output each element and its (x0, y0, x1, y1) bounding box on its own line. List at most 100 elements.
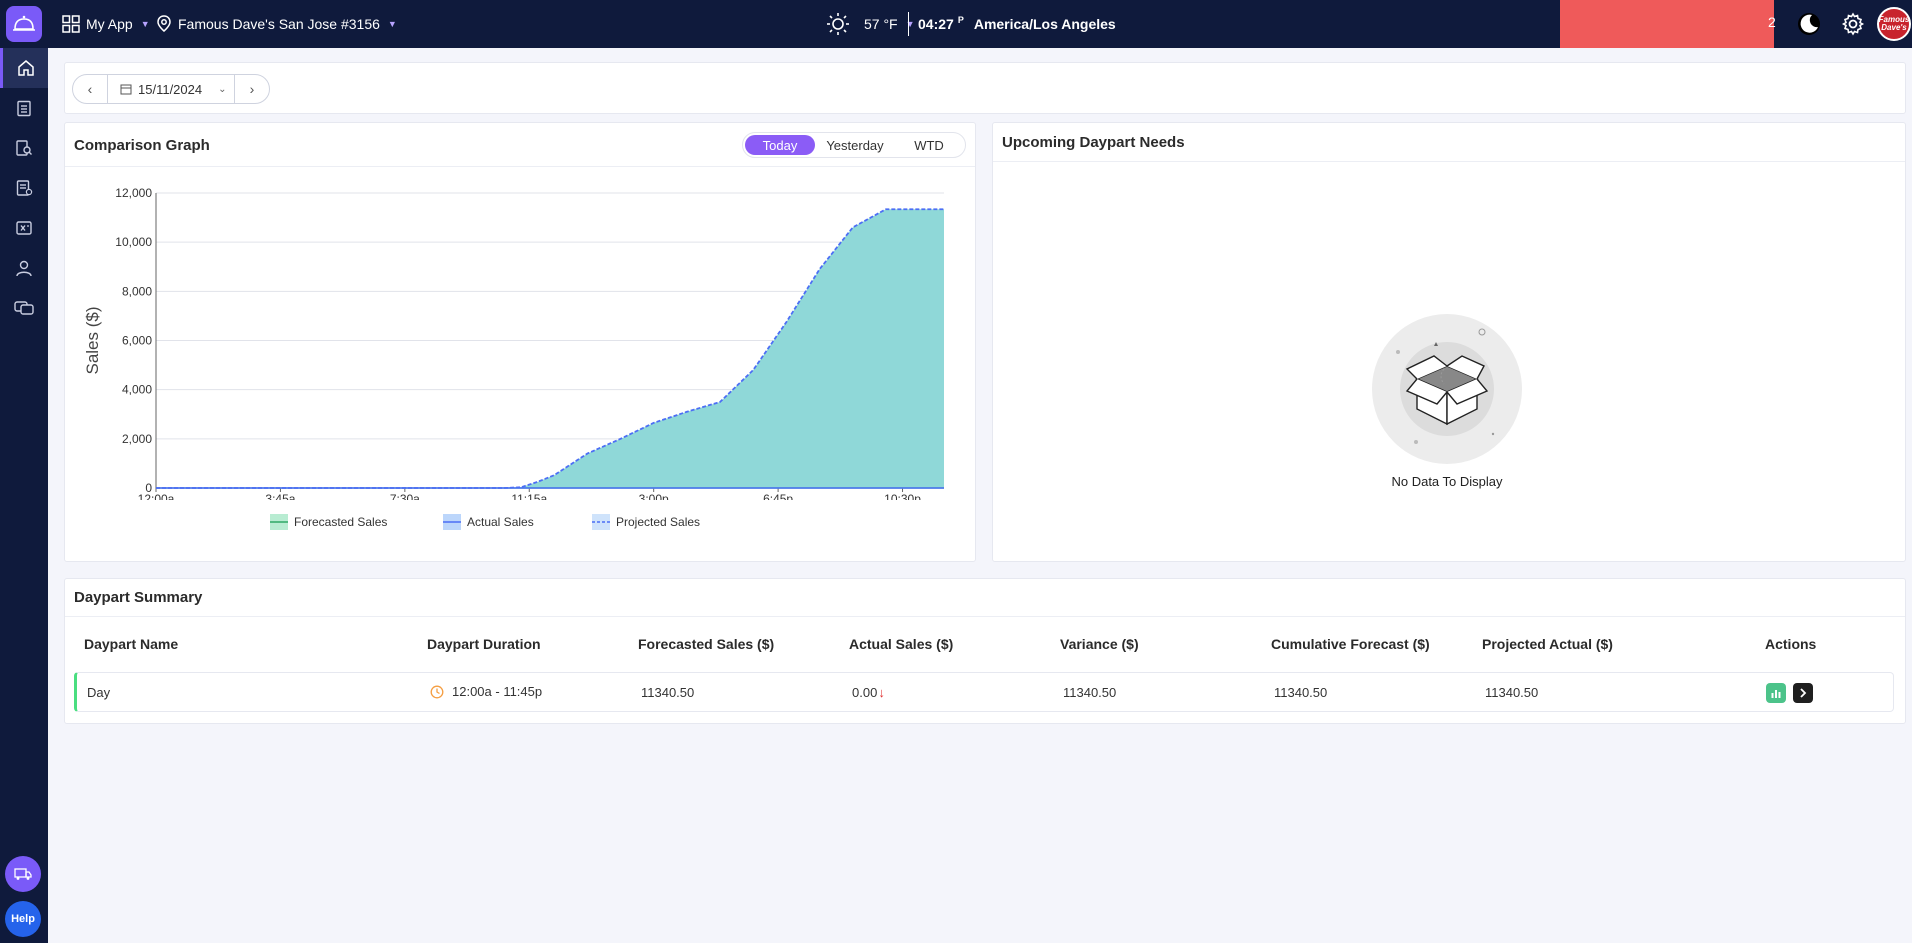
x-tick-label: 6:45p (763, 492, 793, 500)
sidebar-item-tasks[interactable] (0, 88, 48, 128)
view-chart-button[interactable] (1766, 683, 1786, 703)
weather-widget[interactable]: 57 °F ▼ (826, 0, 915, 48)
legend-swatch-projected (592, 514, 610, 530)
help-button[interactable]: Help (5, 901, 41, 937)
app-logo[interactable] (6, 6, 42, 42)
gear-icon (1841, 12, 1865, 36)
help-label: Help (11, 913, 35, 925)
x-tick-label: 10:30p (884, 492, 921, 500)
chat-icon (14, 301, 34, 315)
empty-box-icon (1396, 328, 1495, 444)
empty-state-illustration (1372, 314, 1522, 464)
food-truck-button[interactable] (5, 856, 41, 892)
tab-today[interactable]: Today (745, 135, 815, 155)
previous-date-button[interactable]: ‹ (73, 75, 107, 103)
date-toolbar (64, 62, 1906, 114)
sidebar-item-users[interactable] (0, 248, 48, 288)
y-tick-label: 2,000 (122, 432, 152, 446)
column-header-actual: Actual Sales ($) (849, 636, 954, 652)
chevron-down-icon: ▼ (905, 19, 915, 29)
legend-label: Projected Sales (616, 515, 701, 529)
y-tick-label: 8,000 (122, 284, 152, 298)
daypart-duration: 12:00a - 11:45p (430, 684, 542, 699)
x-tick-label: 3:45a (265, 492, 295, 500)
x-tick-label: 7:30a (390, 492, 420, 500)
moon-icon (1798, 13, 1820, 35)
legend-label: Actual Sales (467, 515, 534, 529)
home-icon (17, 60, 34, 76)
calculator-icon (16, 221, 32, 235)
alert-counter: 2 (1768, 14, 1776, 30)
column-header-daypart-name: Daypart Name (84, 636, 179, 652)
column-header-projected: Projected Actual ($) (1482, 636, 1613, 652)
report-search-icon (16, 140, 32, 156)
grid-icon (62, 15, 80, 33)
empty-state-text: No Data To Display (1391, 474, 1503, 489)
avatar[interactable]: Famous Dave's (1877, 7, 1911, 41)
avatar-logo-text: Famous Dave's (1878, 15, 1910, 32)
x-tick-label: 12:00a (138, 492, 175, 500)
cloche-icon (13, 15, 35, 31)
truck-icon (14, 868, 32, 880)
tab-yesterday[interactable]: Yesterday (815, 135, 895, 155)
location-label: Famous Dave's San Jose #3156 (178, 16, 380, 32)
y-tick-label: 10,000 (115, 235, 152, 249)
sidebar: Help (0, 48, 48, 943)
forecasted-sales: 11340.50 (641, 685, 695, 700)
settings-button[interactable] (1837, 8, 1869, 40)
selected-date: 15/11/2024 (138, 81, 203, 97)
upcoming-daypart-title: Upcoming Daypart Needs (1002, 134, 1185, 151)
bar-chart-icon (1771, 690, 1781, 698)
calendar-icon (120, 84, 132, 95)
sidebar-item-messages[interactable] (0, 288, 48, 328)
duration-text: 12:00a - 11:45p (452, 684, 543, 699)
y-tick-label: 4,000 (122, 383, 152, 397)
period-tabs: Today Yesterday WTD (742, 132, 966, 158)
legend-swatch-forecasted (270, 514, 288, 530)
projected-sales-area (156, 209, 944, 488)
actual-sales-value: 0.00 (852, 685, 878, 700)
chevron-down-icon: ▼ (387, 19, 397, 29)
chevron-down-icon: ⌄ (218, 83, 227, 95)
alert-banner[interactable] (1560, 0, 1774, 48)
comparison-graph-title: Comparison Graph (74, 137, 210, 154)
tab-wtd[interactable]: WTD (895, 135, 963, 155)
comparison-chart: 02,0004,0006,0008,00010,00012,00012:00a 3… (83, 186, 944, 500)
daypart-summary-title: Daypart Summary (74, 589, 203, 606)
projected-actual: 11340.50 (1485, 685, 1539, 700)
timezone: America/Los Angeles (973, 16, 1116, 32)
sidebar-item-calculator[interactable] (0, 208, 48, 248)
column-header-duration: Daypart Duration (427, 636, 541, 652)
open-details-button[interactable] (1793, 683, 1813, 703)
sidebar-item-reports[interactable] (0, 128, 48, 168)
date-dropdown[interactable]: 15/11/2024 ⌄ (107, 75, 235, 103)
divider (65, 616, 1905, 617)
y-tick-label: 6,000 (122, 334, 152, 348)
sun-icon (827, 13, 849, 35)
column-header-forecasted: Forecasted Sales ($) (638, 636, 775, 652)
x-tick-label: 3:00p (639, 492, 669, 500)
table-row[interactable]: Day 12:00a - 11:45p 11340.50 0.00 ↓ 1134… (74, 672, 1894, 712)
checklist-icon (16, 180, 33, 196)
time-suffix: P (957, 15, 964, 25)
app-switcher[interactable]: My App ▼ (62, 0, 150, 48)
clock: 04:27 P America/Los Angeles (918, 0, 1116, 48)
legend-label: Forecasted Sales (294, 515, 388, 529)
legend-projected[interactable]: Projected Sales (592, 514, 700, 530)
next-date-button[interactable]: › (235, 75, 269, 103)
time: 04:27 (918, 16, 954, 32)
legend-actual[interactable]: Actual Sales (443, 514, 534, 530)
chevron-down-icon: ▼ (140, 19, 150, 29)
clipboard-icon (17, 100, 31, 117)
user-icon (16, 260, 32, 277)
chevron-right-icon (1800, 688, 1807, 698)
top-bar: My App ▼ Famous Dave's San Jose #3156 ▼ … (0, 0, 1912, 48)
chevron-left-icon: ‹ (87, 81, 93, 97)
sidebar-item-home[interactable] (0, 48, 48, 88)
location-selector[interactable]: Famous Dave's San Jose #3156 ▼ (156, 0, 397, 48)
legend-forecasted[interactable]: Forecasted Sales (270, 514, 387, 530)
cumulative-forecast: 11340.50 (1274, 685, 1328, 700)
location-pin-icon (157, 15, 171, 32)
dark-mode-toggle[interactable] (1793, 8, 1825, 40)
sidebar-item-checklist[interactable] (0, 168, 48, 208)
